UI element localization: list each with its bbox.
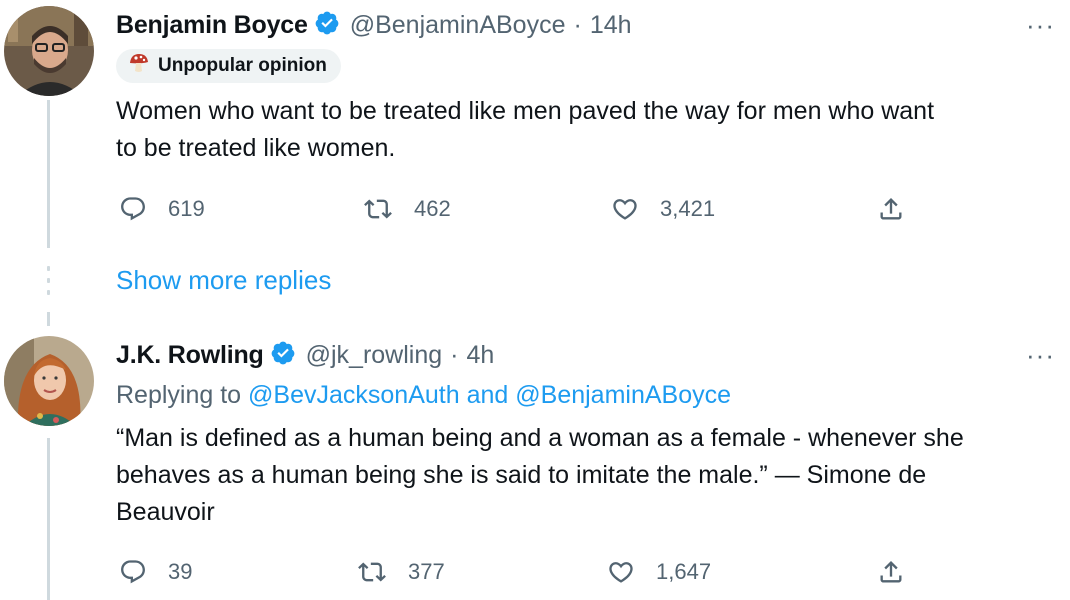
like-button[interactable]: 3,421: [610, 195, 715, 223]
reply-icon: [121, 560, 145, 584]
avatar-jk-rowling[interactable]: [4, 336, 94, 426]
share-icon: [880, 198, 902, 220]
tweet2-text: “Man is defined as a human being and a w…: [116, 420, 964, 531]
retweet-button[interactable]: 377: [356, 558, 445, 586]
retweet-count: 462: [414, 196, 451, 221]
reply-count: 39: [168, 559, 193, 584]
like-count: 1,647: [656, 559, 712, 584]
separator-dot: ·: [573, 11, 582, 39]
topic-badge-label: Unpopular opinion: [158, 55, 327, 76]
show-more-replies-link[interactable]: Show more replies: [116, 265, 331, 296]
share-icon: [880, 561, 902, 583]
thread-line: [47, 100, 50, 248]
tweet2-text-line3: Beauvoir: [116, 498, 215, 526]
separator-dot: ·: [450, 341, 459, 369]
reply-count: 619: [168, 196, 205, 221]
tweet-time[interactable]: 14h: [590, 11, 632, 40]
reply-user-link-1[interactable]: @BevJacksonAuth: [248, 381, 460, 409]
author-handle[interactable]: @jk_rowling: [306, 341, 443, 370]
replying-to: Replying to @BevJacksonAuth and @Benjami…: [116, 381, 731, 410]
reply-button[interactable]: 619: [118, 195, 205, 223]
verified-badge-icon: [314, 10, 340, 41]
retweet-icon: [364, 199, 392, 219]
retweet-icon: [358, 562, 386, 582]
author-name[interactable]: Benjamin Boyce: [116, 11, 308, 40]
mushroom-icon: [128, 52, 150, 80]
reply-and: and: [466, 381, 509, 409]
retweet-button[interactable]: 462: [362, 195, 451, 223]
more-options-icon[interactable]: ···: [1026, 12, 1055, 38]
verified-badge-icon: [270, 340, 296, 371]
more-options-icon[interactable]: ···: [1026, 342, 1055, 368]
avatar-benjamin-boyce[interactable]: [4, 6, 94, 96]
tweet1-text: Women who want to be treated like men pa…: [116, 93, 934, 167]
thread-line-bottom: [47, 438, 50, 600]
tweet-time[interactable]: 4h: [466, 341, 494, 370]
tweet1-text-line1: Women who want to be treated like men pa…: [116, 97, 935, 125]
share-button[interactable]: [876, 558, 926, 586]
tweet2-text-line2: behaves as a human being she is said to …: [116, 461, 927, 489]
author-name[interactable]: J.K. Rowling: [116, 341, 264, 370]
retweet-count: 377: [408, 559, 445, 584]
tweet1-header: Benjamin Boyce @BenjaminABoyce · 14h: [116, 10, 632, 41]
topic-badge[interactable]: Unpopular opinion: [116, 49, 341, 83]
tweet2-header: J.K. Rowling @jk_rowling · 4h: [116, 340, 494, 371]
author-handle[interactable]: @BenjaminABoyce: [350, 11, 566, 40]
tweet2-text-line1: “Man is defined as a human being and a w…: [116, 424, 964, 452]
thread-line-short: [47, 312, 50, 326]
reply-icon: [121, 197, 145, 221]
reply-user-link-2[interactable]: @BenjaminABoyce: [515, 381, 731, 409]
like-count: 3,421: [660, 196, 716, 221]
reply-button[interactable]: 39: [118, 558, 192, 586]
thread-dots: [46, 266, 51, 302]
heart-icon: [613, 199, 637, 220]
share-button[interactable]: [876, 195, 926, 223]
like-button[interactable]: 1,647: [606, 558, 711, 586]
replying-to-prefix: Replying to: [116, 381, 242, 409]
tweet1-text-line2: to be treated like women.: [116, 134, 396, 162]
heart-icon: [609, 562, 633, 583]
